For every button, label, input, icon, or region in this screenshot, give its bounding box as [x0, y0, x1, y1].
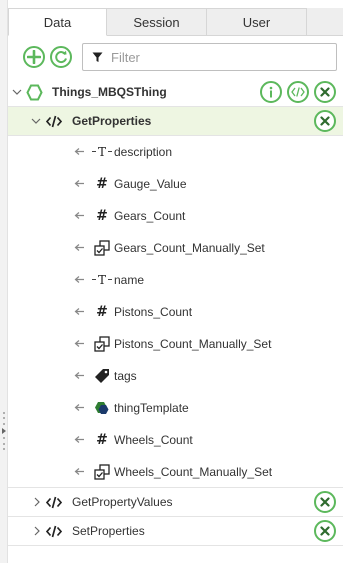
property-label: Gauge_Value [114, 177, 187, 191]
property-row-pistons-count[interactable]: # Pistons_Count [8, 296, 343, 328]
thing-hexagon-icon [26, 84, 43, 101]
chevron-right-icon[interactable] [32, 497, 42, 507]
thingtemplate-type-icon [95, 402, 109, 414]
insert-arrow-icon[interactable] [74, 306, 85, 317]
filter-box[interactable] [82, 43, 337, 71]
tab-session[interactable]: Session [107, 8, 207, 36]
service-code-icon [46, 496, 62, 509]
property-row-wheels-count-manually-set[interactable]: Wheels_Count_Manually_Set [8, 456, 343, 488]
toolbar [8, 36, 343, 78]
tree-row-service-getpropertyvalues[interactable]: GetPropertyValues [8, 488, 343, 517]
property-row-tags[interactable]: tags [8, 360, 343, 392]
tab-bar: Data Session User [8, 8, 343, 36]
remove-icon [320, 87, 330, 97]
remove-thing-button[interactable] [314, 81, 336, 103]
property-row-pistons-count-manually-set[interactable]: Pistons_Count_Manually_Set [8, 328, 343, 360]
service-name: GetPropertyValues [72, 495, 173, 509]
property-label: Pistons_Count_Manually_Set [114, 337, 272, 351]
service-name: SetProperties [72, 524, 145, 538]
remove-service-button[interactable] [314, 520, 336, 542]
insert-arrow-icon[interactable] [74, 146, 85, 157]
chevron-down-icon[interactable] [31, 116, 41, 126]
property-label: Wheels_Count_Manually_Set [114, 465, 273, 479]
thing-name: Things_MBQSThing [52, 85, 167, 99]
service-code-icon [46, 115, 62, 128]
insert-arrow-icon[interactable] [74, 274, 85, 285]
property-label: name [114, 273, 145, 287]
filter-icon [92, 52, 103, 62]
remove-service-button[interactable] [314, 110, 336, 132]
insert-arrow-icon[interactable] [74, 338, 85, 349]
boolean-type-icon [94, 464, 110, 480]
property-list: T description # Gauge_Value # Gears_Coun… [8, 136, 343, 488]
add-button[interactable] [23, 46, 45, 68]
number-type-icon: # [96, 432, 108, 448]
property-label: Gears_Count_Manually_Set [114, 241, 265, 255]
refresh-icon [55, 50, 67, 63]
property-row-thingtemplate[interactable]: thingTemplate [8, 392, 343, 424]
chevron-right-icon[interactable] [32, 526, 42, 536]
insert-arrow-icon[interactable] [74, 466, 85, 477]
tab-data[interactable]: Data [8, 8, 107, 36]
tree-row-thing[interactable]: Things_MBQSThing [8, 78, 343, 107]
insert-arrow-icon[interactable] [74, 434, 85, 445]
property-row-gears-count-manually-set[interactable]: Gears_Count_Manually_Set [8, 232, 343, 264]
boolean-type-icon [94, 240, 110, 256]
property-row-gauge-value[interactable]: # Gauge_Value [8, 168, 343, 200]
remove-icon [320, 497, 330, 507]
property-label: thingTemplate [114, 401, 189, 415]
insert-arrow-icon[interactable] [74, 402, 85, 413]
property-row-name[interactable]: T name [8, 264, 343, 296]
data-panel: Data Session User Filter Things_MBQSThin… [8, 0, 343, 563]
property-row-description[interactable]: T description [8, 136, 343, 168]
chevron-down-icon[interactable] [12, 87, 22, 97]
service-code-icon [46, 525, 62, 538]
tree-row-service-setproperties[interactable]: SetProperties [8, 517, 343, 546]
tree-row-service-getproperties[interactable]: GetProperties [8, 107, 343, 136]
tab-bar-spacer [307, 8, 343, 36]
insert-arrow-icon[interactable] [74, 242, 85, 253]
info-icon [269, 86, 273, 98]
string-type-icon: T [92, 144, 112, 160]
info-button[interactable] [260, 81, 282, 103]
number-type-icon: # [96, 304, 108, 320]
property-label: description [114, 145, 173, 159]
insert-arrow-icon[interactable] [74, 370, 85, 381]
tag-type-icon [95, 369, 109, 383]
collapse-handle-icon[interactable] [2, 412, 6, 450]
boolean-type-icon [94, 336, 110, 352]
string-type-icon: T [92, 272, 112, 288]
remove-service-button[interactable] [314, 491, 336, 513]
service-tree: Things_MBQSThing GetProperties T descrip… [8, 78, 343, 546]
insert-arrow-icon[interactable] [74, 178, 85, 189]
remove-icon [320, 116, 330, 126]
number-type-icon: # [96, 176, 108, 192]
property-label: Pistons_Count [114, 305, 193, 319]
service-name: GetProperties [72, 114, 152, 128]
number-type-icon: # [96, 208, 108, 224]
plus-circle-icon [27, 50, 41, 64]
left-collapse-rail[interactable] [0, 0, 8, 563]
property-label: tags [114, 369, 137, 383]
code-button[interactable] [287, 81, 309, 103]
tab-user[interactable]: User [207, 8, 307, 36]
property-label: Wheels_Count [114, 433, 193, 447]
insert-arrow-icon[interactable] [74, 210, 85, 221]
filter-input[interactable] [111, 49, 321, 65]
remove-icon [320, 526, 330, 536]
property-label: Gears_Count [114, 209, 186, 223]
property-row-wheels-count[interactable]: # Wheels_Count [8, 424, 343, 456]
property-row-gears-count[interactable]: # Gears_Count [8, 200, 343, 232]
code-icon [291, 87, 305, 97]
refresh-button[interactable] [50, 46, 72, 68]
